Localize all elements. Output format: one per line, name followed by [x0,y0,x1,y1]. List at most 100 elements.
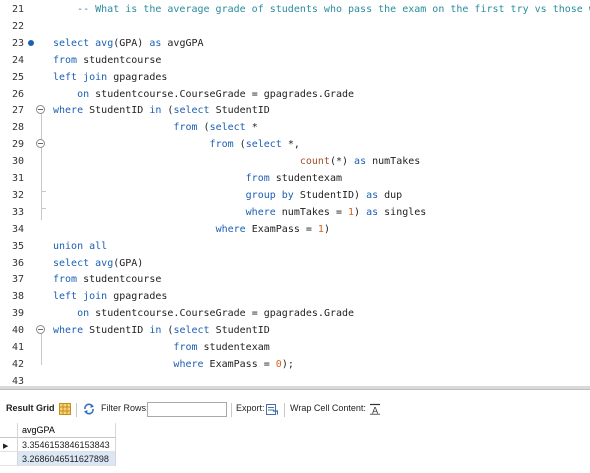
line-number: 23 [11,37,24,49]
fold-toggle-icon[interactable] [36,139,45,149]
code-line[interactable]: 37 from studentcourse [0,271,590,288]
code-line[interactable]: 21 -- What is the average grade of stude… [0,1,590,18]
code-token: ) [323,223,330,235]
code-text: union all [53,238,107,255]
code-text: where StudentID in (select StudentID [53,102,270,119]
code-token: studentexam [197,342,270,353]
code-line[interactable]: 43 [0,373,590,386]
line-number: 21 [11,4,24,15]
row-header[interactable] [0,452,18,466]
code-token: where [245,206,276,218]
line-number: 25 [11,71,24,83]
code-token: studentcourse.CourseGrade = gpagrades.Gr… [89,308,355,320]
code-line[interactable]: 31 from studentexam [0,170,590,187]
result-grid[interactable]: avgGPA ▶ 3.3546153846153843 3.268604651162… [0,421,590,473]
sql-editor[interactable]: 21 -- What is the average grade of stude… [0,0,590,386]
code-token: studentcourse.CourseGrade = gpagrades.Gr… [89,88,355,100]
code-line[interactable]: 42 where ExamPass = 0); [0,356,590,373]
code-text: where StudentID in (select StudentID [53,322,270,339]
code-line[interactable]: 25 left join gpagrades [0,69,590,86]
code-token: (GPA) [113,257,144,269]
code-token: count [299,156,330,168]
code-line[interactable]: 36 select avg(GPA) [0,255,590,272]
code-token: ExamPass = [245,223,318,235]
toolbar-separator [284,403,285,417]
code-token: from [53,274,78,286]
code-text: select avg(GPA) as avgGPA [53,35,204,52]
code-text: from studentcourse [53,271,161,288]
code-line[interactable]: 26 on studentcourse.CourseGrade = gpagra… [0,86,590,103]
code-token: ( [161,105,174,117]
export-icon[interactable] [266,403,278,415]
code-line[interactable]: 28 from (select * [0,119,590,136]
code-line[interactable]: 24 from studentcourse [0,52,590,69]
line-number: 26 [11,88,24,100]
panel-splitter[interactable] [0,386,590,390]
code-token: as [366,206,379,218]
code-line[interactable]: 40 where StudentID in (select StudentID [0,322,590,339]
code-text: from (select * [53,119,257,136]
code-line[interactable]: 29 from (select *, [0,136,590,153]
table-cell[interactable]: 3.3546153846153843 [18,438,116,452]
fold-toggle-icon[interactable] [36,105,45,115]
code-token: studentcourse [77,54,162,66]
code-text: where ExamPass = 1) [53,221,330,238]
grid-icon[interactable] [59,403,71,415]
code-token: in [149,325,162,337]
column-header-avggpa[interactable]: avgGPA [18,423,116,438]
refresh-icon[interactable] [83,403,95,415]
result-grid-tab[interactable]: Result Grid [6,403,55,413]
code-token: StudentID [209,105,270,117]
code-line[interactable]: 30 count(*) as numTakes [0,153,590,170]
code-token: ( [197,122,210,134]
code-token: select [53,257,96,269]
fold-toggle-icon[interactable] [36,325,45,335]
code-token: left join [53,71,108,83]
code-line[interactable]: 22 [0,18,590,35]
code-line[interactable]: 41 from studentexam [0,339,590,356]
code-token: ) [354,206,367,218]
line-number: 41 [11,342,24,353]
line-number: 33 [11,206,24,218]
table-cell[interactable]: 3.2686046511627898 [18,452,116,466]
code-token: singles [378,206,427,218]
line-number: 36 [11,257,24,269]
code-token: on [77,88,90,100]
row-header[interactable]: ▶ [0,438,18,452]
code-token: numTakes = [275,206,349,218]
toolbar-separator [76,403,77,417]
code-token: from [209,139,234,151]
code-line[interactable]: 38 left join gpagrades [0,288,590,305]
code-token: StudentID [209,325,270,337]
filter-rows-input[interactable] [147,402,227,417]
code-text: left join gpagrades [53,69,167,86]
code-line[interactable]: 33 where numTakes = 1) as singles [0,204,590,221]
code-token: select [173,325,210,337]
code-token: ( [161,325,174,337]
code-line[interactable]: 39 on studentcourse.CourseGrade = gpagra… [0,305,590,322]
code-text: where ExamPass = 0); [53,356,293,373]
code-line[interactable]: 32 group by StudentID) as dup [0,187,590,204]
code-text: left join gpagrades [53,288,167,305]
wrap-icon[interactable]: A [369,403,381,415]
line-number: 42 [11,358,24,370]
code-line[interactable]: 27 where StudentID in (select StudentID [0,102,590,119]
line-number: 40 [11,325,24,337]
export-label: Export: [236,403,265,413]
code-text: count(*) as numTakes [53,153,420,170]
code-line[interactable]: 35 union all [0,238,590,255]
code-line[interactable]: 34 where ExamPass = 1) [0,221,590,238]
code-token: select [173,105,210,117]
code-token: gpagrades [107,71,168,83]
code-token: from [245,173,270,184]
column-header-label: avgGPA [22,425,55,435]
filter-rows-label: Filter Rows: [101,403,149,413]
code-token: from [173,342,198,353]
code-line[interactable]: 23 select avg(GPA) as avgGPA [0,35,590,52]
